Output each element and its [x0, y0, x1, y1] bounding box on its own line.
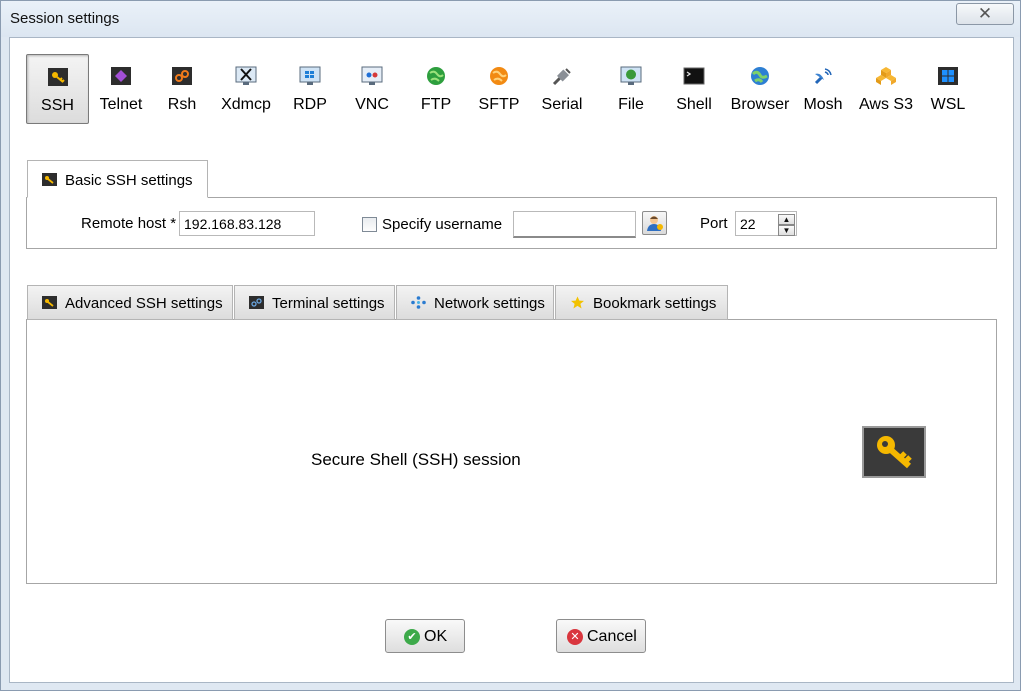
session-type-label: Shell	[676, 96, 712, 113]
ssh-key-icon	[42, 173, 57, 186]
port-increment-button[interactable]: ▲	[778, 214, 795, 225]
session-type-serial[interactable]: Serial	[537, 54, 587, 124]
file-monitor-icon	[620, 66, 642, 85]
aws-s3-cubes-icon	[876, 67, 896, 85]
rsh-icon	[172, 67, 192, 85]
shell-terminal-icon	[683, 67, 705, 85]
session-settings-window: Session settings ✕ SSH Telnet Rsh Xdmcp	[0, 0, 1021, 691]
tab-bookmark-settings[interactable]: Bookmark settings	[555, 285, 728, 320]
username-input[interactable]	[513, 211, 636, 238]
session-type-label: Mosh	[803, 96, 843, 113]
network-icon	[411, 296, 426, 309]
window-title: Session settings	[10, 10, 120, 27]
tab-label: Bookmark settings	[593, 295, 717, 312]
specify-username-label: Specify username	[382, 216, 503, 233]
session-type-label: Telnet	[99, 96, 143, 113]
cancel-button[interactable]: ✕ Cancel	[556, 619, 646, 653]
port-decrement-button[interactable]: ▼	[778, 225, 795, 236]
session-type-label: Aws S3	[859, 96, 913, 113]
session-type-label: FTP	[420, 96, 452, 113]
session-type-wsl[interactable]: WSL	[922, 54, 974, 124]
session-type-label: SFTP	[478, 96, 520, 113]
vnc-monitor-icon	[361, 66, 383, 85]
tab-label: Terminal settings	[272, 295, 385, 312]
session-type-label: Serial	[541, 96, 583, 113]
sftp-globe-icon	[490, 67, 508, 85]
xdmcp-icon	[235, 66, 257, 85]
specify-username-checkbox[interactable]	[362, 217, 377, 232]
dialog-body: SSH Telnet Rsh Xdmcp RDP VNC FTP SFTP Se…	[9, 37, 1014, 683]
large-ssh-key-icon	[862, 426, 926, 478]
browser-globe-icon	[751, 67, 769, 85]
session-type-ftp[interactable]: FTP	[412, 54, 460, 124]
session-type-aws-s3[interactable]: Aws S3	[854, 54, 918, 124]
session-type-telnet[interactable]: Telnet	[93, 54, 149, 124]
serial-plug-icon	[552, 68, 571, 86]
session-description: Secure Shell (SSH) session	[311, 450, 521, 469]
rdp-monitor-icon	[299, 66, 321, 85]
session-type-xdmcp[interactable]: Xdmcp	[213, 54, 279, 124]
user-picker-button[interactable]	[642, 211, 667, 235]
session-type-mosh[interactable]: Mosh	[797, 54, 849, 124]
session-type-label: File	[618, 96, 644, 113]
remote-host-input[interactable]	[179, 211, 315, 236]
ssh-key-icon	[42, 296, 57, 309]
session-type-label: SSH	[41, 97, 74, 114]
tab-terminal-settings[interactable]: Terminal settings	[234, 285, 395, 320]
tab-label: Basic SSH settings	[65, 172, 193, 189]
terminal-icon	[249, 296, 264, 309]
session-type-ssh[interactable]: SSH	[26, 54, 89, 124]
session-type-label: Rsh	[167, 96, 197, 113]
tab-label: Network settings	[434, 295, 545, 312]
tab-label: Advanced SSH settings	[65, 295, 223, 312]
session-type-vnc[interactable]: VNC	[347, 54, 397, 124]
remote-host-label: Remote host *	[81, 215, 177, 232]
user-icon	[647, 216, 663, 231]
session-type-shell[interactable]: Shell	[672, 54, 716, 124]
session-type-browser[interactable]: Browser	[727, 54, 793, 124]
wsl-windows-icon	[938, 67, 958, 85]
ok-button[interactable]: ✔ OK	[385, 619, 465, 653]
session-type-label: VNC	[355, 96, 389, 113]
basic-settings-panel: Remote host * Specify username Port ▲ ▼	[26, 197, 997, 249]
tab-network-settings[interactable]: Network settings	[396, 285, 554, 320]
title-bar: Session settings ✕	[1, 1, 1020, 37]
mosh-satellite-icon	[814, 68, 832, 85]
session-type-label: WSL	[930, 96, 966, 113]
ssh-key-icon	[47, 68, 68, 86]
session-description-panel: Secure Shell (SSH) session	[26, 319, 997, 584]
tab-basic-ssh-settings[interactable]: Basic SSH settings	[27, 160, 208, 198]
session-type-label: RDP	[293, 96, 327, 113]
session-type-label: Browser	[730, 96, 790, 113]
star-icon	[571, 296, 584, 309]
ftp-globe-icon	[427, 67, 445, 85]
session-type-rsh[interactable]: Rsh	[157, 54, 207, 124]
ok-check-icon: ✔	[404, 629, 420, 645]
ok-button-label: OK	[424, 628, 448, 645]
session-type-toolbar: SSH Telnet Rsh Xdmcp RDP VNC FTP SFTP Se…	[26, 54, 986, 126]
session-type-file[interactable]: File	[609, 54, 653, 124]
session-type-sftp[interactable]: SFTP	[474, 54, 524, 124]
session-type-label: Xdmcp	[221, 96, 271, 113]
cancel-x-icon: ✕	[567, 629, 583, 645]
tab-advanced-ssh-settings[interactable]: Advanced SSH settings	[27, 285, 233, 320]
port-label: Port	[700, 215, 728, 232]
cancel-button-label: Cancel	[587, 628, 637, 645]
session-type-rdp[interactable]: RDP	[285, 54, 335, 124]
close-button[interactable]: ✕	[956, 3, 1014, 25]
telnet-icon	[111, 67, 131, 85]
